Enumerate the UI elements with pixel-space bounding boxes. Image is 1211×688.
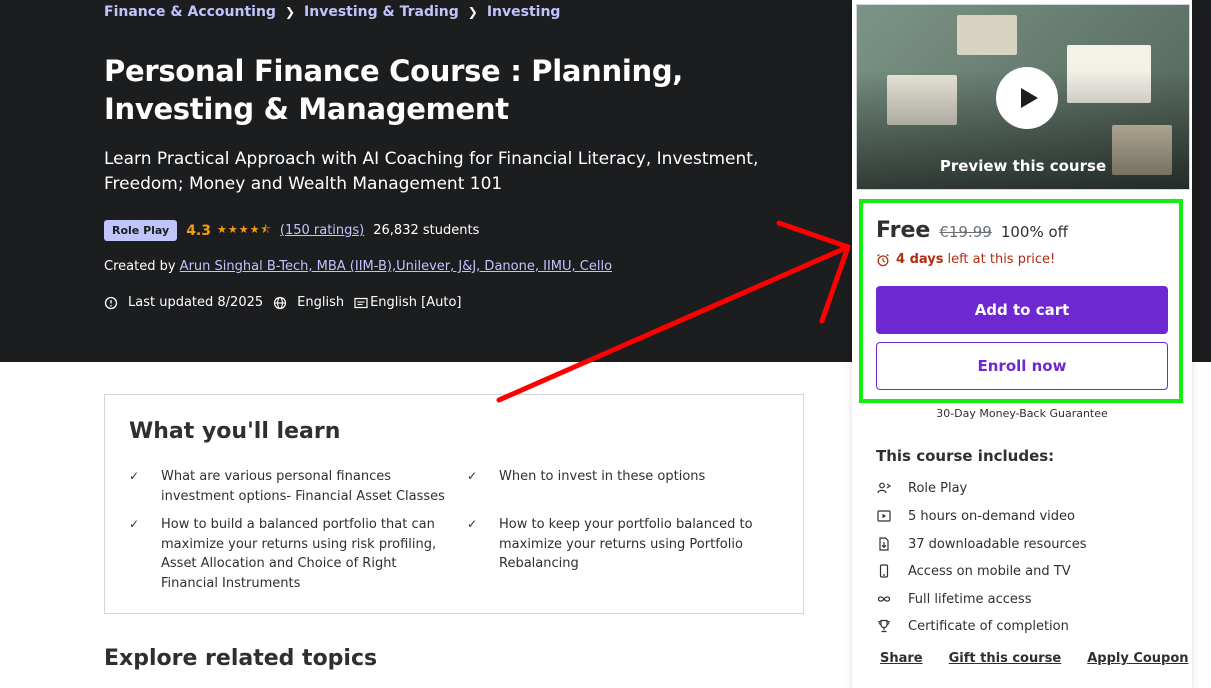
timer-text: left at this price!: [947, 252, 1056, 267]
students-count: 26,832 students: [373, 223, 480, 238]
price-row: Free €19.99 100% off: [876, 218, 1068, 243]
star-rating-icon: ★★★★⯪: [217, 223, 272, 236]
globe-icon: [274, 296, 287, 309]
apply-coupon-link[interactable]: Apply Coupon: [1087, 651, 1188, 666]
price-timer: 4 days left at this price!: [876, 252, 1055, 267]
include-item-certificate: Certificate of completion: [876, 618, 1069, 634]
course-title: Personal Finance Course : Planning, Inve…: [104, 54, 684, 126]
course-preview[interactable]: Preview this course: [856, 4, 1190, 190]
include-label: 37 downloadable resources: [908, 536, 1087, 552]
mobile-icon: [876, 563, 892, 579]
share-link[interactable]: Share: [880, 651, 923, 666]
discount-percent: 100% off: [1000, 223, 1068, 241]
captions-icon: [354, 297, 368, 308]
include-label: Access on mobile and TV: [908, 563, 1071, 579]
course-meta: Last updated 8/2025 English English [Aut…: [104, 295, 462, 310]
trophy-icon: [876, 618, 892, 634]
add-to-cart-button[interactable]: Add to cart: [876, 286, 1168, 334]
alarm-clock-icon: [877, 253, 889, 266]
explore-related-topics-heading: Explore related topics: [104, 646, 378, 671]
current-price: Free: [876, 218, 931, 243]
learn-item: ✓ How to keep your portfolio balanced to…: [467, 515, 787, 574]
include-label: 5 hours on-demand video: [908, 508, 1075, 524]
course-captions: English [Auto]: [370, 295, 462, 310]
learn-item-text: How to keep your portfolio balanced to m…: [499, 517, 753, 571]
learn-item: ✓ When to invest in these options: [467, 467, 787, 487]
check-icon: ✓: [467, 469, 478, 483]
include-label: Certificate of completion: [908, 618, 1069, 634]
last-updated: Last updated 8/2025: [128, 295, 264, 310]
video-icon: [876, 508, 892, 524]
infinity-icon: [876, 591, 892, 607]
sidebar-links: Share Gift this course Apply Coupon: [880, 651, 1189, 666]
include-label: Role Play: [908, 480, 968, 496]
learn-item-text: When to invest in these options: [499, 469, 706, 484]
rating-value: 4.3: [186, 222, 211, 239]
chevron-right-icon: ❯: [467, 5, 478, 19]
play-button[interactable]: [996, 67, 1058, 129]
include-item-mobile: Access on mobile and TV: [876, 563, 1071, 579]
learn-item-text: How to build a balanced portfolio that c…: [161, 517, 437, 591]
breadcrumb-item-investing-trading[interactable]: Investing & Trading: [304, 4, 459, 20]
learn-item: ✓ What are various personal finances inv…: [129, 467, 449, 506]
course-subtitle: Learn Practical Approach with AI Coachin…: [104, 149, 759, 194]
created-by: Created by Arun Singhal B-Tech, MBA (IIM…: [104, 259, 612, 274]
check-icon: ✓: [467, 517, 478, 531]
role-play-icon: [876, 480, 892, 496]
check-icon: ✓: [129, 469, 140, 483]
play-icon: [1021, 88, 1038, 108]
learn-item-text: What are various personal finances inves…: [161, 469, 445, 504]
include-label: Full lifetime access: [908, 591, 1032, 607]
alert-badge-icon: [104, 296, 118, 309]
ratings-count-link[interactable]: (150 ratings): [280, 223, 364, 238]
include-item-role-play: Role Play: [876, 480, 967, 496]
enroll-now-button[interactable]: Enroll now: [876, 342, 1168, 390]
learn-title: What you'll learn: [129, 419, 341, 444]
course-language: English: [297, 295, 345, 310]
chevron-right-icon: ❯: [284, 5, 296, 19]
role-play-badge: Role Play: [104, 220, 178, 241]
breadcrumb-item-finance-accounting[interactable]: Finance & Accounting: [104, 4, 276, 20]
include-item-resources: 37 downloadable resources: [876, 536, 1087, 552]
purchase-sidebar: Preview this course Free €19.99 100% off…: [852, 0, 1192, 688]
breadcrumb-item-investing[interactable]: Investing: [487, 4, 561, 20]
timer-days: 4 days: [896, 252, 944, 267]
original-price: €19.99: [939, 223, 992, 241]
breadcrumb: Finance & Accounting ❯ Investing & Tradi…: [104, 4, 560, 20]
author-link[interactable]: Arun Singhal B-Tech, MBA (IIM-B),Unileve…: [180, 259, 612, 274]
rating-row: Role Play 4.3 ★★★★⯪ (150 ratings) 26,832…: [104, 220, 479, 241]
gift-course-link[interactable]: Gift this course: [949, 651, 1062, 666]
include-item-lifetime: Full lifetime access: [876, 591, 1031, 607]
what-youll-learn: What you'll learn ✓ What are various per…: [104, 394, 804, 614]
include-item-video: 5 hours on-demand video: [876, 508, 1075, 524]
created-by-label: Created by: [104, 259, 176, 274]
learn-item: ✓ How to build a balanced portfolio that…: [129, 515, 449, 593]
download-file-icon: [876, 536, 892, 552]
money-back-guarantee: 30-Day Money-Back Guarantee: [936, 407, 1108, 420]
check-icon: ✓: [129, 517, 140, 531]
includes-title: This course includes:: [876, 447, 1055, 465]
preview-label: Preview this course: [939, 157, 1107, 175]
